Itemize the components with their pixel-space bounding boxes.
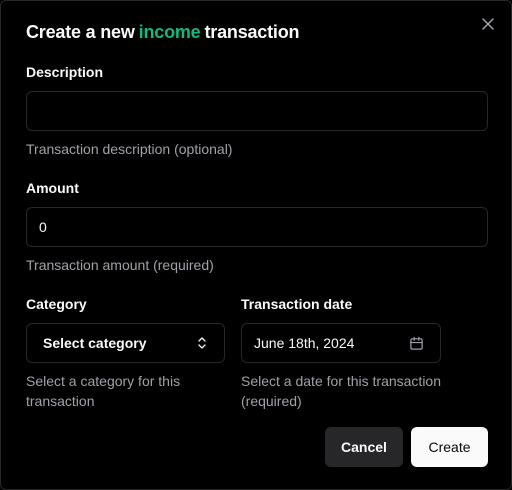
category-select[interactable]: Select category xyxy=(26,323,225,363)
description-input[interactable] xyxy=(26,91,488,131)
close-icon xyxy=(482,18,494,30)
category-select-value: Select category xyxy=(43,335,147,351)
category-hint: Select a category for this transaction xyxy=(26,373,181,409)
title-suffix: transaction xyxy=(204,22,300,42)
title-prefix: Create a new xyxy=(26,22,135,42)
amount-label: Amount xyxy=(26,180,79,196)
close-button[interactable] xyxy=(480,16,496,32)
date-hint: Select a date for this transaction (requ… xyxy=(241,373,441,409)
chevrons-up-down-icon xyxy=(198,337,206,349)
description-hint: Transaction description (optional) xyxy=(26,141,233,157)
title-transaction-type: income xyxy=(138,22,201,42)
description-label: Description xyxy=(26,64,104,80)
dialog-title: Create a new income transaction xyxy=(26,22,300,43)
calendar-icon xyxy=(410,336,423,350)
create-button[interactable]: Create xyxy=(411,427,488,467)
cancel-button[interactable]: Cancel xyxy=(325,427,403,467)
date-label: Transaction date xyxy=(241,296,353,312)
create-transaction-dialog: Create a new income transaction Descriptio… xyxy=(0,0,512,490)
date-picker-button[interactable]: June 18th, 2024 xyxy=(241,323,441,363)
category-label: Category xyxy=(26,296,87,312)
date-value: June 18th, 2024 xyxy=(254,335,355,351)
amount-input[interactable] xyxy=(26,207,488,247)
amount-hint: Transaction amount (required) xyxy=(26,257,214,273)
